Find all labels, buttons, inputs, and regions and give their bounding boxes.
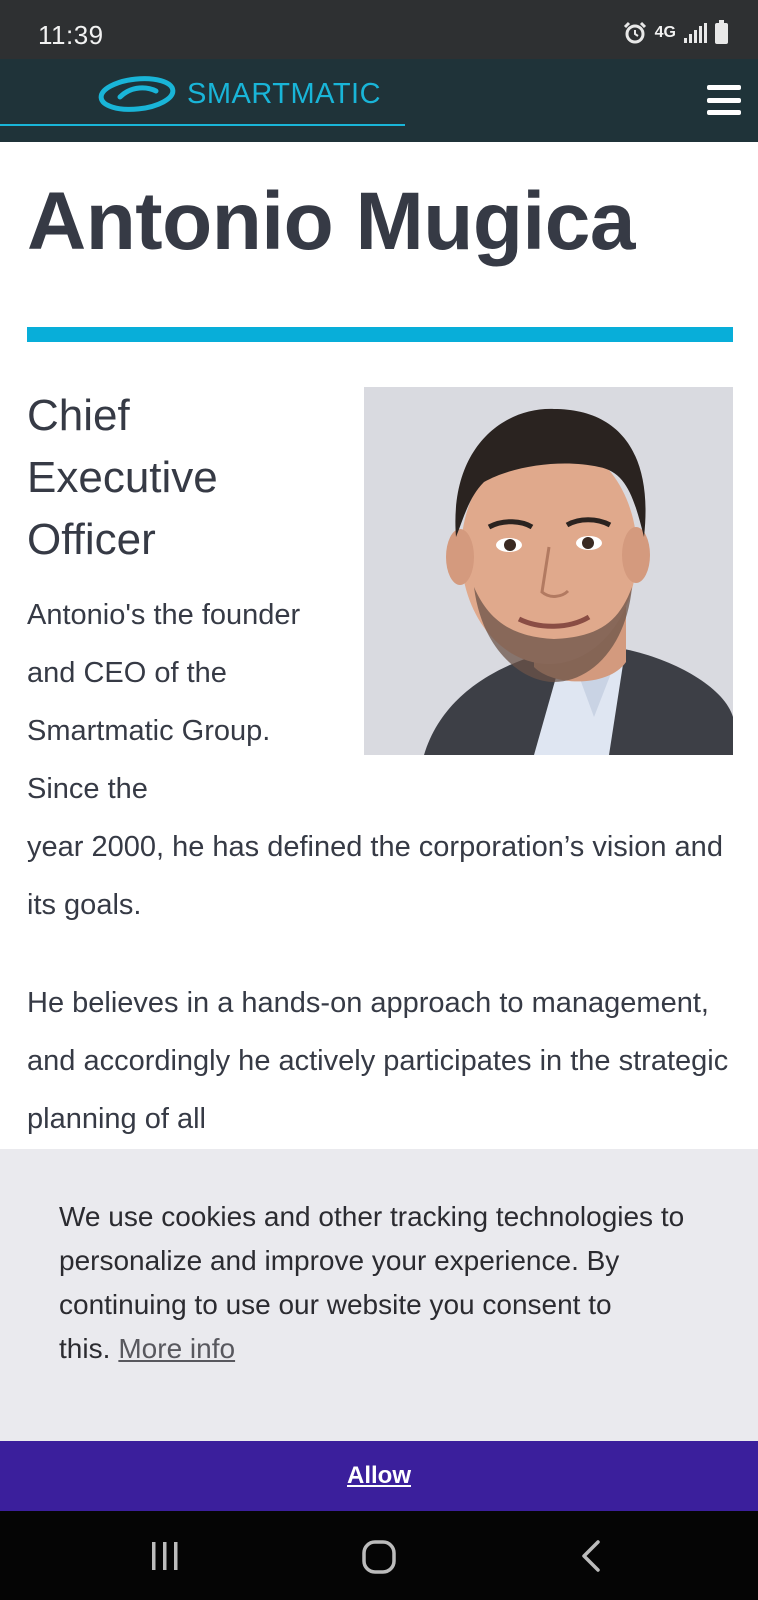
hamburger-menu-icon[interactable]: [707, 85, 741, 115]
network-icon: 4G: [654, 24, 676, 41]
logo-text: SMARTMATIC: [187, 78, 382, 110]
cookie-message: We use cookies and other tracking techno…: [59, 1195, 709, 1371]
recent-apps-icon[interactable]: [148, 1539, 182, 1573]
bio-paragraph-1-end: year 2000, he has defined the corporatio…: [27, 831, 723, 921]
status-time: 11:39: [38, 20, 104, 50]
back-icon[interactable]: [578, 1539, 604, 1573]
smartmatic-logo-icon: [98, 76, 176, 112]
more-info-link[interactable]: More info: [118, 1333, 235, 1364]
allow-bar[interactable]: Allow: [0, 1441, 758, 1511]
cookie-banner: We use cookies and other tracking techno…: [0, 1149, 758, 1441]
allow-button[interactable]: Allow: [347, 1462, 411, 1490]
alarm-icon: [623, 21, 646, 44]
status-icons: 4G: [623, 19, 728, 46]
title-divider: [27, 327, 733, 342]
battery-icon: [715, 19, 728, 44]
page-title: Antonio Mugica: [27, 176, 635, 267]
bio-paragraph-2: He believes in a hands-on approach to ma…: [27, 987, 729, 1135]
role-title: Chief Executive Officer: [27, 391, 218, 564]
signal-icon: [684, 23, 707, 43]
status-bar: 11:39 4G: [0, 0, 758, 59]
site-header: SMARTMATIC: [0, 59, 758, 142]
logo-underline: [0, 124, 405, 126]
profile-photo: [364, 387, 733, 755]
logo-link[interactable]: SMARTMATIC: [0, 59, 405, 142]
system-nav-bar: [0, 1511, 758, 1600]
bio-paragraph-1-start: Antonio's the founder and CEO of the Sma…: [27, 599, 301, 805]
home-icon[interactable]: [360, 1538, 398, 1576]
